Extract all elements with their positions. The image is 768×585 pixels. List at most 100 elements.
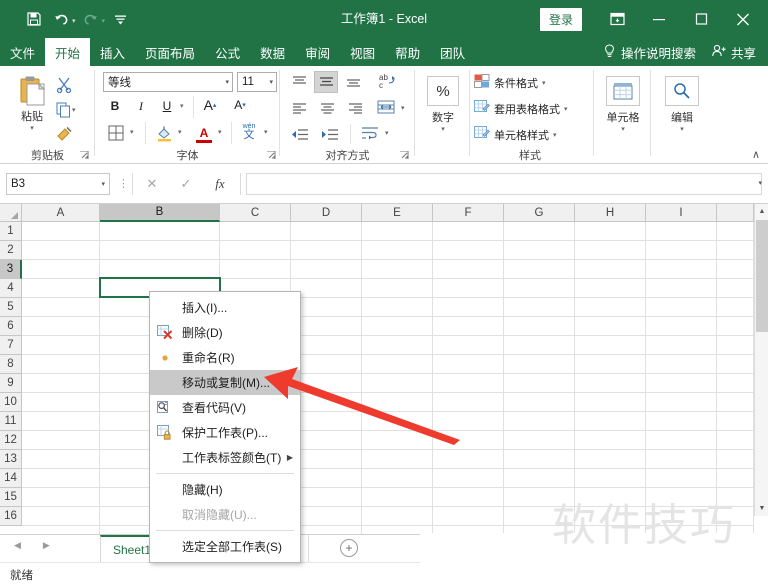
grid-cell[interactable] xyxy=(220,241,291,260)
format-as-table-dropdown-icon[interactable]: ▾ xyxy=(564,105,568,113)
grid-cell[interactable] xyxy=(22,355,100,374)
grid-cell[interactable] xyxy=(433,317,504,336)
grid-cell[interactable] xyxy=(504,222,575,241)
tab-review[interactable]: 审阅 xyxy=(295,38,340,66)
grid-cell[interactable] xyxy=(646,222,717,241)
number-format-button[interactable]: % 数字 ▾ xyxy=(423,76,463,133)
fill-color-dropdown-icon[interactable]: ▾ xyxy=(178,128,182,136)
grid-cell[interactable] xyxy=(22,298,100,317)
font-name-chevron-down-icon[interactable]: ▾ xyxy=(225,78,229,86)
grid-cell[interactable] xyxy=(433,241,504,260)
align-middle-button[interactable] xyxy=(314,71,338,93)
ribbon-display-options-icon[interactable] xyxy=(596,4,638,34)
grid-cell[interactable] xyxy=(575,374,646,393)
grid-cell[interactable] xyxy=(646,317,717,336)
grid-cell[interactable] xyxy=(646,279,717,298)
grid-cell[interactable] xyxy=(433,222,504,241)
grid-cell[interactable] xyxy=(504,412,575,431)
alignment-dialog-launcher[interactable] xyxy=(400,150,409,162)
grid-cell[interactable] xyxy=(433,279,504,298)
grid-cell[interactable] xyxy=(291,279,362,298)
format-as-table-button[interactable]: 套用表格格式 ▾ xyxy=(474,100,568,118)
vertical-scrollbar[interactable]: ▲ ▼ xyxy=(754,204,768,516)
underline-button[interactable]: U xyxy=(157,96,177,116)
menu-item-delete[interactable]: 删除(D) xyxy=(150,320,300,345)
grid-cell[interactable] xyxy=(362,469,433,488)
editing-dropdown-icon[interactable]: ▾ xyxy=(680,125,684,133)
grid-cell[interactable] xyxy=(22,317,100,336)
collapse-ribbon-button[interactable]: ∧ xyxy=(752,148,760,161)
clipboard-dialog-launcher[interactable] xyxy=(80,150,89,162)
grid-cell[interactable] xyxy=(291,355,362,374)
menu-item-select-all-sheets[interactable]: 选定全部工作表(S) xyxy=(150,534,300,559)
confirm-entry-button[interactable]: ✓ xyxy=(174,174,198,194)
column-header-partial[interactable] xyxy=(717,204,754,222)
row-header-8[interactable]: 8 xyxy=(0,355,22,374)
grid-cell[interactable] xyxy=(717,374,754,393)
grid-cell[interactable] xyxy=(362,241,433,260)
grid-cell[interactable] xyxy=(717,355,754,374)
conditional-formatting-button[interactable]: 条件格式 ▾ xyxy=(474,74,546,92)
cell-area[interactable] xyxy=(22,222,754,534)
grid-cell[interactable] xyxy=(646,260,717,279)
grid-cell[interactable] xyxy=(362,317,433,336)
grid-cell[interactable] xyxy=(22,507,100,526)
column-header-c[interactable]: C xyxy=(220,204,291,222)
formula-input[interactable] xyxy=(246,173,762,195)
grid-cell[interactable] xyxy=(575,260,646,279)
cell-styles-dropdown-icon[interactable]: ▾ xyxy=(553,131,557,139)
grid-cell[interactable] xyxy=(575,222,646,241)
grid-cell[interactable] xyxy=(504,374,575,393)
increase-indent-button[interactable] xyxy=(318,124,342,144)
grid-cell[interactable] xyxy=(575,469,646,488)
align-left-button[interactable] xyxy=(288,98,310,118)
grid-cell[interactable] xyxy=(291,469,362,488)
grid-cell[interactable] xyxy=(362,450,433,469)
menu-item-move-or-copy[interactable]: 移动或复制(M)... xyxy=(150,370,300,395)
grid-cell[interactable] xyxy=(22,279,100,298)
select-all-corner[interactable] xyxy=(0,204,22,222)
grid-cell[interactable] xyxy=(717,393,754,412)
grid-cell[interactable] xyxy=(291,393,362,412)
copy-dropdown-icon[interactable]: ▾ xyxy=(72,106,76,114)
vertical-scroll-thumb[interactable] xyxy=(756,220,768,332)
fill-color-button[interactable] xyxy=(153,122,175,144)
grid-cell[interactable] xyxy=(433,393,504,412)
grid-cell[interactable] xyxy=(575,450,646,469)
grid-cell[interactable] xyxy=(362,431,433,450)
grid-cell[interactable] xyxy=(717,298,754,317)
grid-cell[interactable] xyxy=(22,526,100,534)
grid-cell[interactable] xyxy=(504,450,575,469)
grid-cell[interactable] xyxy=(362,507,433,526)
row-header-5[interactable]: 5 xyxy=(0,298,22,317)
grid-cell[interactable] xyxy=(646,336,717,355)
phonetic-guide-button[interactable]: wén 文 xyxy=(237,120,261,144)
grid-cell[interactable] xyxy=(362,412,433,431)
tab-insert[interactable]: 插入 xyxy=(90,38,135,66)
font-color-button[interactable]: A xyxy=(193,122,215,144)
align-right-button[interactable] xyxy=(344,98,366,118)
grid-cell[interactable] xyxy=(433,412,504,431)
align-bottom-button[interactable] xyxy=(342,72,364,92)
column-header-g[interactable]: G xyxy=(504,204,575,222)
grid-cell[interactable] xyxy=(717,336,754,355)
scroll-down-icon[interactable]: ▼ xyxy=(755,501,768,516)
grid-cell[interactable] xyxy=(22,412,100,431)
grid-cell[interactable] xyxy=(575,298,646,317)
sheet-next-icon[interactable]: ▶ xyxy=(43,540,50,551)
grid-cell[interactable] xyxy=(504,336,575,355)
tab-data[interactable]: 数据 xyxy=(250,38,295,66)
tab-team[interactable]: 团队 xyxy=(430,38,475,66)
grid-cell[interactable] xyxy=(433,488,504,507)
row-header-2[interactable]: 2 xyxy=(0,241,22,260)
grid-cell[interactable] xyxy=(291,336,362,355)
grid-cell[interactable] xyxy=(22,393,100,412)
scroll-up-icon[interactable]: ▲ xyxy=(755,204,768,219)
grid-cell[interactable] xyxy=(220,222,291,241)
row-header-12[interactable]: 12 xyxy=(0,431,22,450)
grid-cell[interactable] xyxy=(575,355,646,374)
grid-cell[interactable] xyxy=(22,374,100,393)
name-box[interactable]: B3 ▾ xyxy=(6,173,110,195)
grid-cell[interactable] xyxy=(575,393,646,412)
grid-cell[interactable] xyxy=(504,393,575,412)
